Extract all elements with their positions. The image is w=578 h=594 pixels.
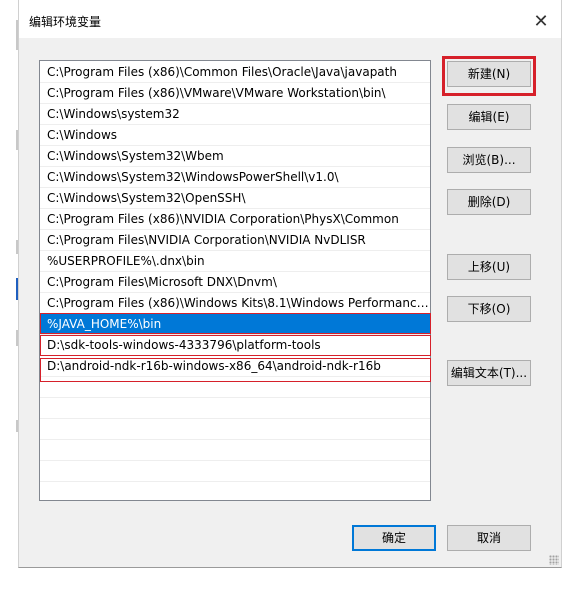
path-entry[interactable]: C:\Windows — [40, 125, 430, 146]
move-down-button[interactable]: 下移(O) — [447, 296, 531, 322]
path-entry[interactable]: C:\Windows\System32\OpenSSH\ — [40, 188, 430, 209]
path-entry-list[interactable]: C:\Program Files (x86)\Common Files\Orac… — [39, 60, 431, 501]
path-entry[interactable]: C:\Program Files (x86)\VMware\VMware Wor… — [40, 83, 430, 104]
path-entry[interactable]: C:\Program Files (x86)\NVIDIA Corporatio… — [40, 209, 430, 230]
cancel-button[interactable]: 取消 — [447, 525, 531, 551]
title-bar: 编辑环境变量 ✕ — [19, 0, 561, 38]
delete-button[interactable]: 删除(D) — [447, 189, 531, 215]
close-icon[interactable]: ✕ — [531, 12, 551, 32]
path-entry[interactable]: D:\android-ndk-r16b-windows-x86_64\andro… — [40, 356, 430, 377]
path-entry[interactable]: C:\Program Files\Microsoft DNX\Dnvm\ — [40, 272, 430, 293]
path-entry[interactable]: %USERPROFILE%\.dnx\bin — [40, 251, 430, 272]
empty-list-row[interactable] — [40, 398, 430, 419]
path-entry[interactable]: C:\Windows\system32 — [40, 104, 430, 125]
path-entry[interactable]: C:\Windows\System32\Wbem — [40, 146, 430, 167]
move-up-button[interactable]: 上移(U) — [447, 254, 531, 280]
window-title: 编辑环境变量 — [29, 15, 102, 29]
empty-list-row[interactable] — [40, 440, 430, 461]
edit-button[interactable]: 编辑(E) — [447, 104, 531, 130]
new-button[interactable]: 新建(N) — [447, 61, 531, 87]
path-entry[interactable]: %JAVA_HOME%\bin — [40, 314, 430, 335]
empty-list-row[interactable] — [40, 419, 430, 440]
empty-list-row[interactable] — [40, 377, 430, 398]
path-entry[interactable]: C:\Program Files\NVIDIA Corporation\NVID… — [40, 230, 430, 251]
ok-button[interactable]: 确定 — [352, 525, 436, 551]
path-entry[interactable]: C:\Program Files (x86)\Common Files\Orac… — [40, 62, 430, 83]
empty-list-row[interactable] — [40, 461, 430, 482]
edit-text-button[interactable]: 编辑文本(T)... — [447, 360, 531, 386]
resize-grip-icon[interactable] — [549, 555, 559, 565]
browse-button[interactable]: 浏览(B)... — [447, 147, 531, 173]
path-entry[interactable]: C:\Windows\System32\WindowsPowerShell\v1… — [40, 167, 430, 188]
path-entry[interactable]: C:\Program Files (x86)\Windows Kits\8.1\… — [40, 293, 430, 314]
path-entry[interactable]: D:\sdk-tools-windows-4333796\platform-to… — [40, 335, 430, 356]
background-window-edge — [0, 0, 18, 594]
edit-environment-variable-dialog: 编辑环境变量 ✕ C:\Program Files (x86)\Common F… — [18, 0, 562, 568]
